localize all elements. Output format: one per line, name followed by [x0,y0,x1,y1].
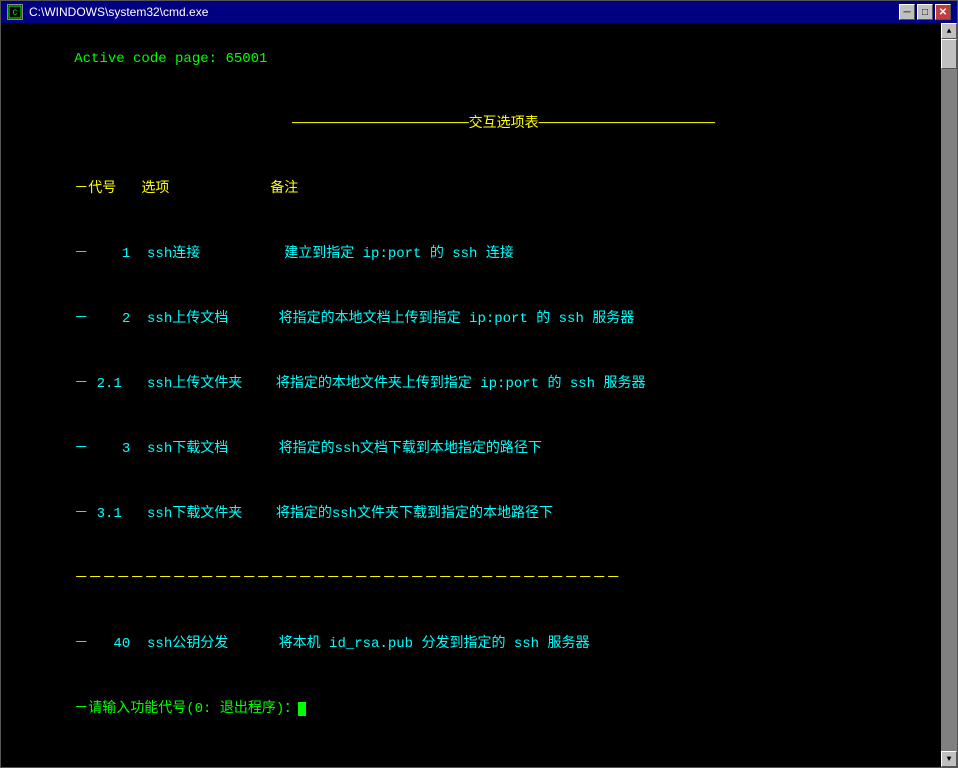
minimize-button[interactable]: ─ [899,4,915,20]
svg-text:C: C [13,9,18,18]
title-bar-left: C C:\WINDOWS\system32\cmd.exe [7,4,208,20]
menu-row-40: － 40 ssh公钥分发 将本机 id_rsa.pub 分发到指定的 ssh 服… [7,613,933,678]
menu-title-line: ─────────────────────交互选项表──────────────… [7,92,933,157]
title-bar: C C:\WINDOWS\system32\cmd.exe ─ □ ✕ [1,1,957,23]
window-title: C:\WINDOWS\system32\cmd.exe [29,5,208,19]
cursor [298,702,306,716]
separator-line: －－－－－－－－－－－－－－－－－－－－－－－－－－－－－－－－－－－－－－－ [7,548,933,613]
input-prompt-line: －请输入功能代号(0: 退出程序)： [7,678,933,743]
menu-row-2: － 2 ssh上传文档 将指定的本地文档上传到指定 ip:port 的 ssh … [7,287,933,352]
window: C C:\WINDOWS\system32\cmd.exe ─ □ ✕ Acti… [0,0,958,768]
window-icon: C [7,4,23,20]
scrollbar[interactable]: ▲ ▼ [941,23,957,767]
close-button[interactable]: ✕ [935,4,951,20]
menu-row-3-1: － 3.1 ssh下载文件夹 将指定的ssh文件夹下载到指定的本地路径下 [7,482,933,547]
scroll-up-button[interactable]: ▲ [941,23,957,39]
scrollbar-thumb[interactable] [941,39,957,69]
console-area: Active code page: 65001 ────────────────… [1,23,957,767]
menu-row-2-1: － 2.1 ssh上传文件夹 将指定的本地文件夹上传到指定 ip:port 的 … [7,352,933,417]
active-code-line: Active code page: 65001 [7,27,933,92]
title-bar-controls: ─ □ ✕ [899,4,951,20]
console-content: Active code page: 65001 ────────────────… [7,27,951,743]
menu-row-1: － 1 ssh连接 建立到指定 ip:port 的 ssh 连接 [7,222,933,287]
menu-row-3: － 3 ssh下载文档 将指定的ssh文档下载到本地指定的路径下 [7,417,933,482]
col-headers-line: －代号 选项 备注 [7,157,933,222]
maximize-button[interactable]: □ [917,4,933,20]
scroll-down-button[interactable]: ▼ [941,751,957,767]
scrollbar-track[interactable] [941,39,957,751]
